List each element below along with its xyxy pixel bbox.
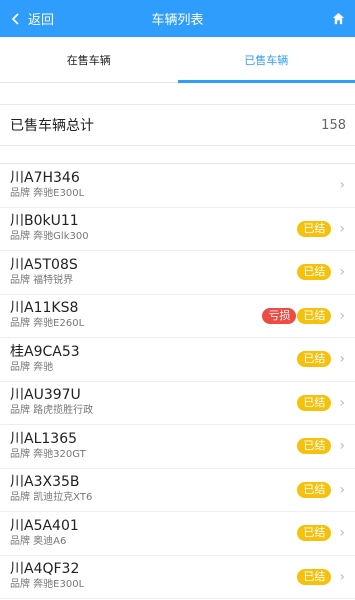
status-badges: 已结: [297, 394, 332, 411]
vehicle-row[interactable]: 川A5A401 品牌 奥迪A6 已结 ›: [0, 512, 355, 556]
plate-number: 川A4QF32: [10, 561, 80, 578]
brand-label: 品牌 奥迪A6: [10, 535, 67, 547]
top-bar: 返回 车辆列表: [0, 0, 355, 37]
chevron-right-icon: ›: [339, 264, 345, 281]
vehicle-row[interactable]: 川A3X35B 品牌 凯迪拉克XT6 已结 ›: [0, 469, 355, 512]
vehicle-row[interactable]: 川A4QF32 品牌 奔驰E300L 已结 ›: [0, 556, 355, 599]
plate-number: 川A5T08S: [10, 256, 78, 273]
vehicle-info: 川A5A401 品牌 奥迪A6: [10, 518, 297, 549]
plate-number: 桂A9CA53: [10, 343, 80, 360]
brand-label: 品牌 奔驰320GT: [10, 448, 86, 460]
status-badges: 已结: [297, 481, 332, 498]
plate-number: 川A3X35B: [10, 474, 80, 491]
brand-label: 品牌 奔驰Glk300: [10, 231, 89, 243]
status-badges: 亏损 已结: [262, 307, 332, 324]
plate-number: 川A7H346: [10, 169, 80, 186]
vehicle-list: 川A7H346 品牌 奔驰E300L › 川B0kU11 品牌 奔驰Glk300 已结 › 川…: [0, 164, 355, 599]
sold-summary: 已售车辆总计 158: [0, 104, 355, 146]
vehicle-info: 川A4QF32 品牌 奔驰E300L: [10, 561, 297, 592]
vehicle-row[interactable]: 川AL1365 品牌 奔驰320GT 已结 ›: [0, 425, 355, 469]
summary-label: 已售车辆总计: [10, 118, 94, 134]
settled-badge: 已结: [297, 264, 332, 281]
chevron-right-icon: ›: [339, 351, 345, 368]
vehicle-info: 川A11KS8 品牌 奔驰E260L: [10, 300, 262, 331]
settled-badge: 已结: [297, 525, 332, 542]
plate-number: 川A5A401: [10, 517, 79, 534]
chevron-right-icon: ›: [339, 481, 345, 498]
status-badges: 已结: [297, 351, 332, 368]
vehicle-row[interactable]: 川A11KS8 品牌 奔驰E260L 亏损 已结 ›: [0, 295, 355, 338]
tab-on-sale[interactable]: 在售车辆: [0, 37, 178, 82]
status-badges: 已结: [297, 438, 332, 455]
status-badges: 已结: [297, 525, 332, 542]
settled-badge: 已结: [297, 351, 332, 368]
chevron-right-icon: ›: [339, 568, 345, 585]
vehicle-info: 川AU397U 品牌 路虎揽胜行政: [10, 387, 297, 418]
vehicle-info: 川B0kU11 品牌 奔驰Glk300: [10, 213, 297, 244]
back-label: 返回: [28, 13, 55, 28]
brand-label: 品牌 奔驰E300L: [10, 187, 85, 199]
vehicle-info: 川A5T08S 品牌 福特锐界: [10, 257, 297, 288]
vehicle-info: 桂A9CA53 品牌 奔驰: [10, 344, 297, 375]
chevron-right-icon: ›: [339, 394, 345, 411]
brand-label: 品牌 奔驰E260L: [10, 318, 85, 330]
status-badges: 已结: [297, 568, 332, 585]
chevron-right-icon: ›: [339, 438, 345, 455]
tab-sold[interactable]: 已售车辆: [177, 37, 355, 83]
brand-label: 品牌 凯迪拉克XT6: [10, 492, 93, 504]
settled-badge: 已结: [297, 481, 332, 498]
settled-badge: 已结: [297, 220, 332, 237]
vehicle-row[interactable]: 川AU397U 品牌 路虎揽胜行政 已结 ›: [0, 382, 355, 425]
loss-badge: 亏损: [262, 307, 297, 324]
vehicle-row[interactable]: 川B0kU11 品牌 奔驰Glk300 已结 ›: [0, 208, 355, 251]
vehicle-row[interactable]: 川A7H346 品牌 奔驰E300L ›: [0, 164, 355, 208]
chevron-right-icon: ›: [339, 220, 345, 237]
spacer: [0, 83, 355, 104]
settled-badge: 已结: [297, 568, 332, 585]
home-icon: [332, 12, 345, 25]
plate-number: 川AU397U: [10, 387, 81, 404]
status-badges: 已结: [297, 220, 332, 237]
chevron-left-icon: [11, 12, 19, 25]
plate-number: 川A11KS8: [10, 300, 79, 317]
settled-badge: 已结: [297, 307, 332, 324]
plate-number: 川B0kU11: [10, 213, 79, 230]
vehicle-info: 川A3X35B 品牌 凯迪拉克XT6: [10, 474, 297, 505]
chevron-right-icon: ›: [339, 525, 345, 542]
brand-label: 品牌 福特锐界: [10, 274, 74, 286]
home-button[interactable]: [332, 12, 345, 25]
brand-label: 品牌 路虎揽胜行政: [10, 405, 94, 417]
spacer: [0, 146, 355, 164]
vehicle-row[interactable]: 桂A9CA53 品牌 奔驰 已结 ›: [0, 338, 355, 382]
status-badges: 已结: [297, 264, 332, 281]
brand-label: 品牌 奔驰: [10, 361, 54, 373]
tab-bar: 在售车辆 已售车辆: [0, 37, 355, 83]
chevron-right-icon: ›: [339, 177, 345, 194]
vehicle-info: 川AL1365 品牌 奔驰320GT: [10, 431, 297, 462]
settled-badge: 已结: [297, 394, 332, 411]
settled-badge: 已结: [297, 438, 332, 455]
plate-number: 川AL1365: [10, 430, 78, 447]
brand-label: 品牌 奔驰E300L: [10, 579, 85, 591]
vehicle-row[interactable]: 川A5T08S 品牌 福特锐界 已结 ›: [0, 251, 355, 295]
chevron-right-icon: ›: [339, 307, 345, 324]
back-button[interactable]: 返回: [10, 9, 54, 28]
summary-count: 158: [321, 117, 346, 133]
vehicle-info: 川A7H346 品牌 奔驰E300L: [10, 170, 331, 201]
